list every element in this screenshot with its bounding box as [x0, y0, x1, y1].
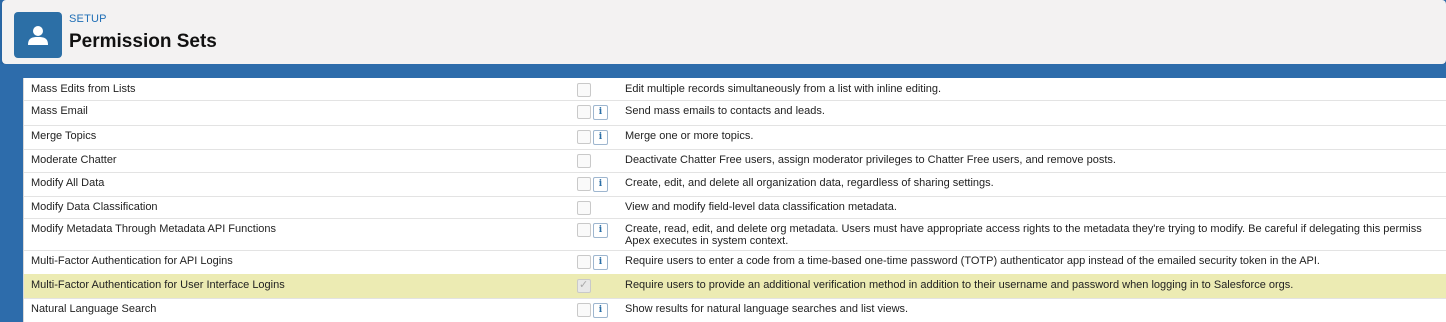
permission-description: Show results for natural language search… [625, 303, 909, 315]
permission-name: Multi-Factor Authentication for API Logi… [31, 255, 233, 267]
permission-name: Mass Edits from Lists [31, 83, 136, 95]
permission-description: Edit multiple records simultaneously fro… [625, 83, 942, 95]
table-row: Merge Topics i Merge one or more topics. [24, 125, 1446, 150]
permission-name: Mass Email [31, 105, 88, 117]
setup-label[interactable]: SETUP [69, 13, 107, 25]
permission-description: Merge one or more topics. [625, 130, 754, 142]
table-row: Natural Language Search i Show results for… [24, 298, 1446, 322]
permission-name: Merge Topics [31, 130, 97, 142]
permission-name: Modify All Data [31, 177, 105, 189]
permission-checkbox[interactable] [577, 154, 591, 168]
permission-name: Moderate Chatter [31, 154, 117, 166]
permission-description: Deactivate Chatter Free users, assign mo… [625, 154, 1116, 166]
permission-description: Require users to provide an additional v… [625, 279, 1294, 291]
info-icon[interactable]: i [593, 255, 608, 270]
table-row: Mass Edits from Lists Edit multiple recor… [24, 78, 1446, 101]
permission-checkbox[interactable] [577, 105, 591, 119]
user-icon [14, 12, 62, 58]
table-row: Modify Data Classification View and modif… [24, 196, 1446, 219]
permission-checkbox[interactable] [577, 303, 591, 317]
permission-description: View and modify field-level data classif… [625, 201, 897, 213]
permission-description: Create, read, edit, and delete org metad… [625, 223, 1422, 247]
table-row: Moderate Chatter Deactivate Chatter Free … [24, 149, 1446, 173]
page-header: SETUP Permission Sets [2, 0, 1446, 64]
permission-description: Send mass emails to contacts and leads. [625, 105, 825, 117]
table-row: Multi-Factor Authentication for API Logi… [24, 250, 1446, 275]
permission-checkbox[interactable] [577, 223, 591, 237]
table-row: Mass Email i Send mass emails to contacts … [24, 100, 1446, 126]
permission-description: Require users to enter a code from a tim… [625, 255, 1320, 267]
info-icon[interactable]: i [593, 130, 608, 145]
permission-checkbox[interactable] [577, 255, 591, 269]
permission-name: Multi-Factor Authentication for User Int… [31, 279, 285, 291]
permission-name: Natural Language Search [31, 303, 157, 315]
permission-checkbox[interactable] [577, 201, 591, 215]
info-icon[interactable]: i [593, 303, 608, 318]
info-icon[interactable]: i [593, 177, 608, 192]
page-title: Permission Sets [69, 31, 217, 52]
permissions-table: Mass Edits from Lists Edit multiple recor… [23, 78, 1446, 322]
permission-name: Modify Metadata Through Metadata API Fun… [31, 223, 276, 235]
table-row: Multi-Factor Authentication for User Int… [24, 274, 1446, 299]
permission-name: Modify Data Classification [31, 201, 158, 213]
table-row: Modify Metadata Through Metadata API Fun… [24, 218, 1446, 251]
permission-checkbox[interactable] [577, 177, 591, 191]
table-row: Modify All Data i Create, edit, and delete… [24, 172, 1446, 197]
permission-checkbox[interactable] [577, 130, 591, 144]
permission-checkbox[interactable] [577, 83, 591, 97]
permission-description: Create, edit, and delete all organizatio… [625, 177, 994, 189]
info-icon[interactable]: i [593, 105, 608, 120]
permission-checkbox[interactable] [577, 278, 591, 293]
info-icon[interactable]: i [593, 223, 608, 238]
